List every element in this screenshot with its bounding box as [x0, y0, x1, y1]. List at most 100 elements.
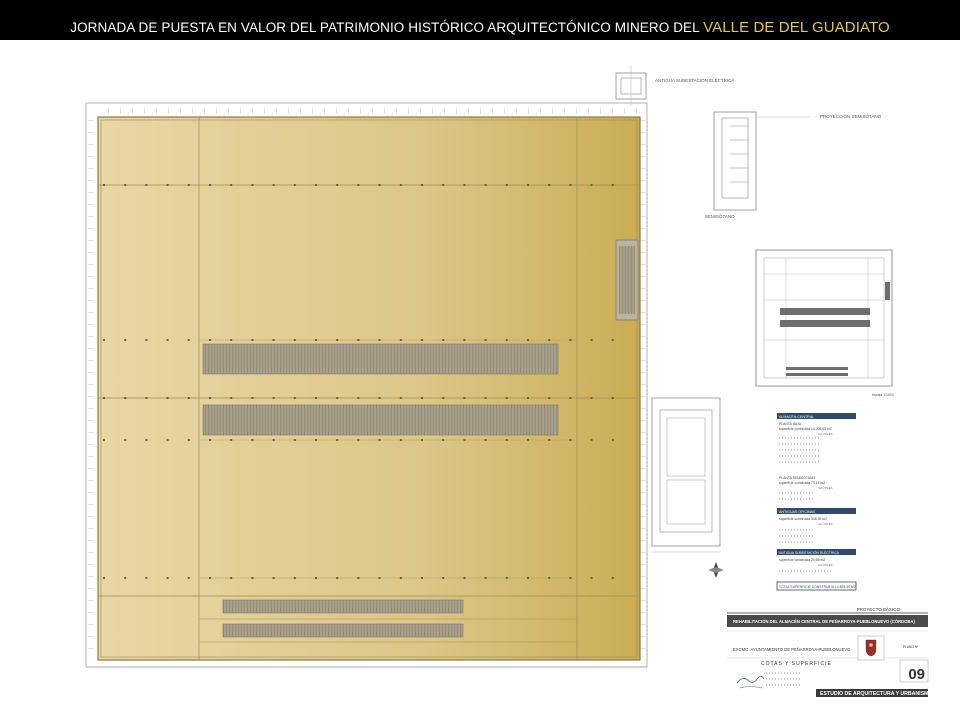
column-marker: [187, 397, 190, 399]
column-marker: [378, 184, 381, 186]
column-marker: [272, 577, 275, 579]
key-plan-scale: escala 1/1000: [872, 393, 894, 397]
column-marker: [442, 184, 445, 186]
column-marker: [590, 339, 593, 341]
column-marker: [103, 439, 105, 441]
column-marker: [336, 339, 339, 341]
title-highlight: VALLE DE DEL GUADIATO: [703, 19, 890, 36]
column-marker: [124, 577, 127, 579]
column-marker: [527, 339, 529, 341]
column-marker: [484, 184, 487, 186]
municipal-seal-icon: [857, 635, 885, 661]
key-plan-strip: [786, 367, 848, 370]
column-marker: [230, 577, 233, 579]
column-marker: [548, 439, 551, 441]
dimension-ticks-top: [100, 108, 640, 114]
column-marker: [230, 439, 233, 441]
column-marker: [315, 439, 317, 441]
column-marker: [103, 397, 105, 399]
client-name: EXCMO. AYUNTAMIENTO DE PEÑARROYA-PUEBLON…: [733, 647, 851, 652]
column-marker: [569, 184, 572, 186]
key-plan-frame: [755, 249, 893, 387]
table-total: TOTAL SUPERFICIE CONSTRUIDA 14.855,30 M2: [779, 585, 856, 589]
table-heading: ANTIGUA SUBESTACIÓN ELÉCTRICA: [779, 550, 840, 555]
column-marker: [399, 577, 402, 579]
table-heading: ANTIGUAS OFICINAS: [779, 510, 816, 514]
column-marker: [611, 397, 614, 399]
column-marker: [145, 339, 148, 341]
column-marker: [209, 397, 211, 399]
title-block: PROYECTO BÁSICO REHABILITACIÓN DEL ALMAC…: [727, 606, 932, 697]
column-marker: [590, 397, 593, 399]
sheet-label: PLANO Nº: [903, 645, 919, 649]
column-marker: [272, 339, 275, 341]
column-marker: [357, 339, 360, 341]
column-marker: [442, 577, 445, 579]
column-marker: [209, 577, 211, 579]
column-marker: [463, 397, 466, 399]
table-tag: m2 ÚTILES: [818, 521, 833, 526]
column-marker: [378, 439, 381, 441]
sheet-number: 09: [908, 666, 925, 683]
table-tag: m2 ÚTILES: [818, 562, 833, 567]
column-marker: [166, 577, 169, 579]
column-marker: [166, 339, 169, 341]
column-marker: [187, 577, 190, 579]
column-marker: [548, 577, 551, 579]
column-marker: [103, 184, 105, 186]
column-marker: [590, 577, 593, 579]
key-plan-strip: [780, 308, 870, 315]
projection-label: PROYECCIÓN SEMISÓTANO: [820, 113, 882, 119]
column-marker: [442, 397, 445, 399]
north-arrow-icon: [708, 562, 724, 578]
column-marker: [272, 397, 275, 399]
column-marker: [463, 339, 466, 341]
column-marker: [145, 577, 148, 579]
column-marker: [442, 339, 445, 341]
column-marker: [124, 397, 127, 399]
column-marker: [484, 339, 487, 341]
table-line: PLANTA SEMISÓTANO: [779, 475, 815, 480]
column-marker: [463, 439, 466, 441]
side-annex-hatch: [619, 246, 635, 314]
column-marker: [145, 397, 148, 399]
column-marker: [145, 439, 148, 441]
key-plan: escala 1/1000: [755, 249, 894, 397]
column-marker: [187, 339, 190, 341]
column-marker: [590, 184, 593, 186]
table-heading: ALMACÉN CENTRAL: [779, 414, 814, 419]
table-line: superficie construida 25,55 m2: [779, 558, 825, 562]
column-marker: [209, 339, 211, 341]
column-marker: [293, 339, 296, 341]
column-marker: [527, 184, 529, 186]
substation-label: ANTIGUA SUBESTACIÓN ELÉCTRICA: [655, 77, 734, 83]
column-marker: [251, 339, 254, 341]
column-marker: [421, 184, 423, 186]
column-marker: [378, 577, 381, 579]
column-marker: [421, 577, 423, 579]
column-marker: [103, 577, 105, 579]
column-marker: [505, 577, 508, 579]
column-marker: [357, 439, 360, 441]
column-marker: [230, 184, 233, 186]
skylight-strip-4: [222, 623, 464, 638]
column-marker: [527, 577, 529, 579]
substation-plan: ANTIGUA SUBESTACIÓN ELÉCTRICA: [615, 66, 734, 106]
column-marker: [421, 339, 423, 341]
presentation-title: JORNADA DE PUESTA EN VALOR DEL PATRIMONI…: [0, 17, 960, 39]
column-marker: [505, 339, 508, 341]
column-marker: [145, 184, 148, 186]
skylight-strip-3: [222, 599, 464, 614]
column-marker: [527, 397, 529, 399]
title-main: JORNADA DE PUESTA EN VALOR DEL PATRIMONI…: [70, 20, 700, 35]
column-marker: [399, 184, 402, 186]
column-marker: [378, 339, 381, 341]
table-line: superficie construida 73,15 m2: [779, 481, 825, 485]
column-marker: [230, 339, 233, 341]
dimension-ticks-right: [640, 118, 646, 658]
column-marker: [187, 439, 190, 441]
column-marker: [611, 339, 614, 341]
column-marker: [505, 184, 508, 186]
column-marker: [230, 397, 233, 399]
column-marker: [569, 577, 572, 579]
